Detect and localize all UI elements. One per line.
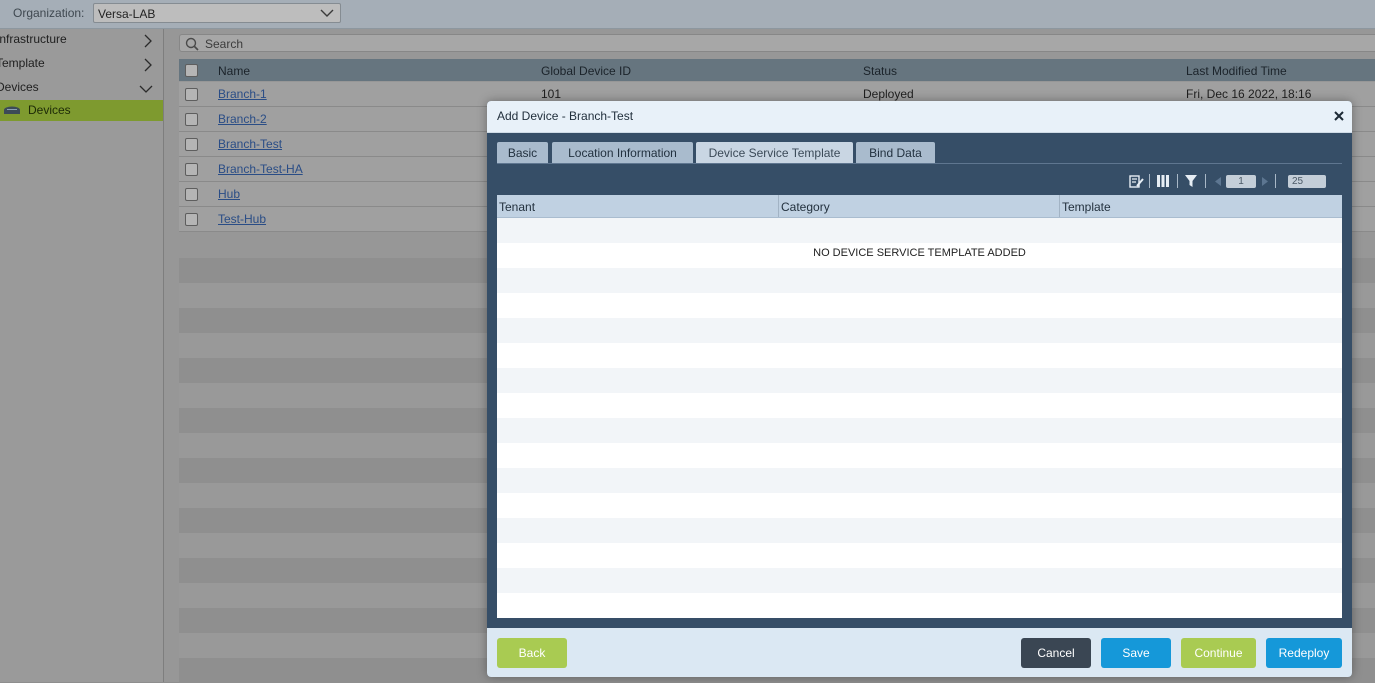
chevron-right-icon <box>144 34 152 48</box>
sidebar-item-label: Infrastructure <box>0 32 67 46</box>
modal-title: Add Device - Branch-Test <box>497 109 634 123</box>
column-header-name[interactable]: Name <box>218 64 250 78</box>
back-button[interactable]: Back <box>497 638 567 668</box>
search-placeholder: Search <box>205 37 244 51</box>
tab-location-information[interactable]: Location Information <box>552 142 693 164</box>
tab-device-service-template[interactable]: Device Service Template <box>696 142 853 164</box>
tab-divider <box>497 163 1342 164</box>
sidebar-item-template[interactable]: Template <box>0 53 163 77</box>
empty-row <box>497 393 1342 418</box>
save-button[interactable]: Save <box>1101 638 1171 668</box>
row-checkbox[interactable] <box>185 163 198 176</box>
row-checkbox[interactable] <box>185 113 198 126</box>
chevron-right-icon <box>144 58 152 72</box>
grid-toolbar: 1 25 <box>497 171 1342 193</box>
device-icon <box>4 106 20 114</box>
top-bar: Organization: Versa-LAB <box>0 0 1375 29</box>
empty-row <box>497 318 1342 343</box>
empty-table-message: NO DEVICE SERVICE TEMPLATE ADDED <box>813 247 1026 259</box>
column-header-category[interactable]: Category <box>779 195 1060 217</box>
organization-select[interactable]: Versa-LAB <box>93 3 341 23</box>
chevron-down-icon <box>320 9 334 17</box>
row-checkbox[interactable] <box>185 88 198 101</box>
page-number[interactable]: 1 <box>1226 175 1256 188</box>
column-header-status[interactable]: Status <box>863 64 897 78</box>
sidebar-item-infrastructure[interactable]: Infrastructure <box>0 29 163 53</box>
empty-row <box>497 293 1342 318</box>
edit-icon[interactable] <box>1129 175 1144 188</box>
search-icon <box>185 37 199 51</box>
row-checkbox[interactable] <box>185 138 198 151</box>
page-size-select[interactable]: 25 <box>1288 175 1326 188</box>
filter-icon[interactable] <box>1185 175 1197 187</box>
modal-footer: Back Cancel Save Continue Redeploy <box>487 628 1352 677</box>
device-status-cell: Deployed <box>863 87 914 101</box>
empty-row <box>497 593 1342 618</box>
organization-value: Versa-LAB <box>98 7 156 21</box>
device-link[interactable]: Hub <box>218 187 240 201</box>
empty-row <box>497 468 1342 493</box>
toolbar-divider <box>1275 174 1276 188</box>
sidebar-item-label: Devices <box>28 103 71 117</box>
empty-row <box>497 343 1342 368</box>
chevron-down-icon <box>139 85 153 93</box>
empty-row <box>497 568 1342 593</box>
empty-row <box>497 418 1342 443</box>
empty-row <box>497 268 1342 293</box>
add-device-modal: Add Device - Branch-Test Basic Location … <box>487 101 1352 677</box>
tab-bind-data[interactable]: Bind Data <box>856 142 935 164</box>
modal-header: Add Device - Branch-Test <box>487 101 1352 133</box>
sidebar-item-devices[interactable]: Devices <box>0 100 163 121</box>
close-icon[interactable] <box>1334 111 1344 121</box>
device-modified-cell: Fri, Dec 16 2022, 18:16 <box>1186 87 1312 101</box>
toolbar-divider <box>1149 174 1150 188</box>
device-id-cell: 101 <box>541 87 562 101</box>
device-link[interactable]: Branch-2 <box>218 112 267 126</box>
column-header-tenant[interactable]: Tenant <box>497 195 779 217</box>
sidebar-item-devices-group[interactable]: Devices <box>0 77 163 101</box>
table-header: Tenant Category Template <box>497 195 1342 218</box>
organization-label: Organization: <box>13 6 85 20</box>
sidebar-item-label: Devices <box>0 80 39 94</box>
column-header-global-device-id[interactable]: Global Device ID <box>541 64 631 78</box>
column-header-template[interactable]: Template <box>1060 195 1342 217</box>
continue-button[interactable]: Continue <box>1181 638 1256 668</box>
grid-header: Name Global Device ID Status Last Modifi… <box>179 59 1375 81</box>
columns-icon[interactable] <box>1157 175 1169 187</box>
device-link[interactable]: Branch-1 <box>218 87 267 101</box>
sidebar-item-label: Template <box>0 56 45 70</box>
toolbar-divider <box>1205 174 1206 188</box>
empty-row <box>497 368 1342 393</box>
empty-row <box>497 218 1342 243</box>
empty-row <box>497 493 1342 518</box>
select-all-checkbox[interactable] <box>185 64 198 77</box>
row-checkbox[interactable] <box>185 188 198 201</box>
device-link[interactable]: Test-Hub <box>218 212 266 226</box>
empty-row <box>497 443 1342 468</box>
previous-page-icon[interactable] <box>1215 177 1221 186</box>
toolbar-divider <box>1177 174 1178 188</box>
column-header-last-modified[interactable]: Last Modified Time <box>1186 64 1287 78</box>
empty-row <box>497 518 1342 543</box>
redeploy-button[interactable]: Redeploy <box>1266 638 1342 668</box>
device-link[interactable]: Branch-Test <box>218 137 282 151</box>
next-page-icon[interactable] <box>1262 177 1268 186</box>
tab-basic[interactable]: Basic <box>497 142 548 164</box>
row-checkbox[interactable] <box>185 213 198 226</box>
device-service-template-table: Tenant Category Template NO DEVICE SERVI… <box>497 195 1342 618</box>
device-link[interactable]: Branch-Test-HA <box>218 162 303 176</box>
empty-row <box>497 543 1342 568</box>
sidebar: Infrastructure Template Devices Devices <box>0 29 164 682</box>
search-input[interactable]: Search <box>179 34 1375 52</box>
cancel-button[interactable]: Cancel <box>1021 638 1091 668</box>
